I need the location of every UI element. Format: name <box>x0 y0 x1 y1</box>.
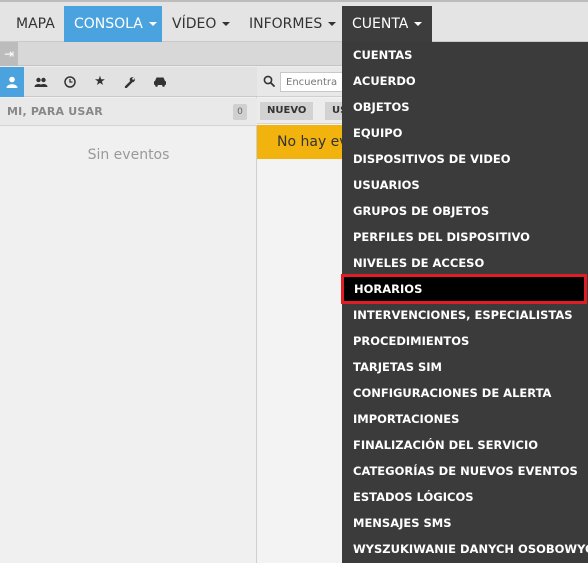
tab-service[interactable] <box>118 67 142 97</box>
top-navigation: MAPA CONSOLA VÍDEO INFORMES CUENTA <box>0 0 588 42</box>
menu-item-cuentas[interactable]: CUENTAS <box>342 42 588 68</box>
panel-tabs: ★ <box>0 67 257 97</box>
alert-text: No hay ev <box>277 134 348 150</box>
user-icon <box>6 76 18 88</box>
wrench-icon <box>124 76 135 88</box>
search-icon <box>263 75 275 87</box>
list-header: MI, PARA USAR 0 <box>0 98 257 126</box>
menu-item-acuerdo[interactable]: ACUERDO <box>342 68 588 94</box>
filter-new-button[interactable]: NUEVO <box>260 102 314 120</box>
nav-video-label: VÍDEO <box>172 16 217 32</box>
nav-mapa-label: MAPA <box>16 16 55 32</box>
menu-item-tarjetas-sim[interactable]: TARJETAS SIM <box>342 354 588 380</box>
tab-user[interactable] <box>0 67 24 97</box>
nav-mapa[interactable]: MAPA <box>6 6 65 42</box>
chevron-down-icon <box>328 22 337 26</box>
nav-cuenta-label: CUENTA <box>352 16 409 32</box>
menu-item-finalizacion-del-servicio[interactable]: FINALIZACIÓN DEL SERVICIO <box>342 432 588 458</box>
nav-informes[interactable]: INFORMES <box>239 6 346 42</box>
chevron-down-icon <box>414 22 423 26</box>
menu-item-usuarios[interactable]: USUARIOS <box>342 172 588 198</box>
nav-consola-label: CONSOLA <box>74 16 143 32</box>
tab-history[interactable] <box>58 67 82 97</box>
cuenta-dropdown-menu: CUENTAS ACUERDO OBJETOS EQUIPO DISPOSITI… <box>341 42 588 563</box>
menu-item-grupos-de-objetos[interactable]: GRUPOS DE OBJETOS <box>342 198 588 224</box>
menu-item-importaciones[interactable]: IMPORTACIONES <box>342 406 588 432</box>
car-icon <box>154 77 166 87</box>
events-panel: ★ MI, PARA USAR 0 Sin eventos <box>0 67 257 563</box>
group-icon <box>34 77 48 87</box>
menu-item-configuraciones-de-alerta[interactable]: CONFIGURACIONES DE ALERTA <box>342 380 588 406</box>
empty-message: Sin eventos <box>87 147 170 163</box>
exit-icon[interactable]: ⇥ <box>0 42 18 66</box>
clock-icon <box>64 75 76 88</box>
menu-item-intervenciones-especialistas[interactable]: INTERVENCIONES, ESPECIALISTAS <box>342 302 588 328</box>
chevron-down-icon <box>148 22 157 26</box>
menu-item-dispositivos-de-video[interactable]: DISPOSITIVOS DE VIDEO <box>342 146 588 172</box>
menu-item-categorias-de-nuevos-eventos[interactable]: CATEGORÍAS DE NUEVOS EVENTOS <box>342 458 588 484</box>
nav-video[interactable]: VÍDEO <box>162 6 240 42</box>
tab-favorites[interactable]: ★ <box>88 67 112 97</box>
menu-item-horarios[interactable]: HORARIOS <box>341 274 587 304</box>
menu-item-estados-logicos[interactable]: ESTADOS LÓGICOS <box>342 484 588 510</box>
star-icon: ★ <box>94 74 106 89</box>
nav-consola[interactable]: CONSOLA <box>64 6 162 42</box>
menu-item-objetos[interactable]: OBJETOS <box>342 94 588 120</box>
nav-informes-label: INFORMES <box>249 16 323 32</box>
tab-group[interactable] <box>29 67 53 97</box>
tab-vehicles[interactable] <box>148 67 172 97</box>
nav-cuenta[interactable]: CUENTA <box>342 6 432 42</box>
menu-item-procedimientos[interactable]: PROCEDIMIENTOS <box>342 328 588 354</box>
menu-item-mensajes-sms[interactable]: MENSAJES SMS <box>342 510 588 536</box>
count-badge: 0 <box>233 104 247 120</box>
menu-item-wyszukiwanie-danych-osobowych[interactable]: WYSZUKIWANIE DANYCH OSOBOWYCH <box>342 536 588 562</box>
chevron-down-icon <box>222 22 231 26</box>
menu-item-perfiles-del-dispositivo[interactable]: PERFILES DEL DISPOSITIVO <box>342 224 588 250</box>
menu-item-equipo[interactable]: EQUIPO <box>342 120 588 146</box>
list-title: MI, PARA USAR <box>7 105 103 118</box>
menu-item-niveles-de-acceso[interactable]: NIVELES DE ACCESO <box>342 250 588 276</box>
